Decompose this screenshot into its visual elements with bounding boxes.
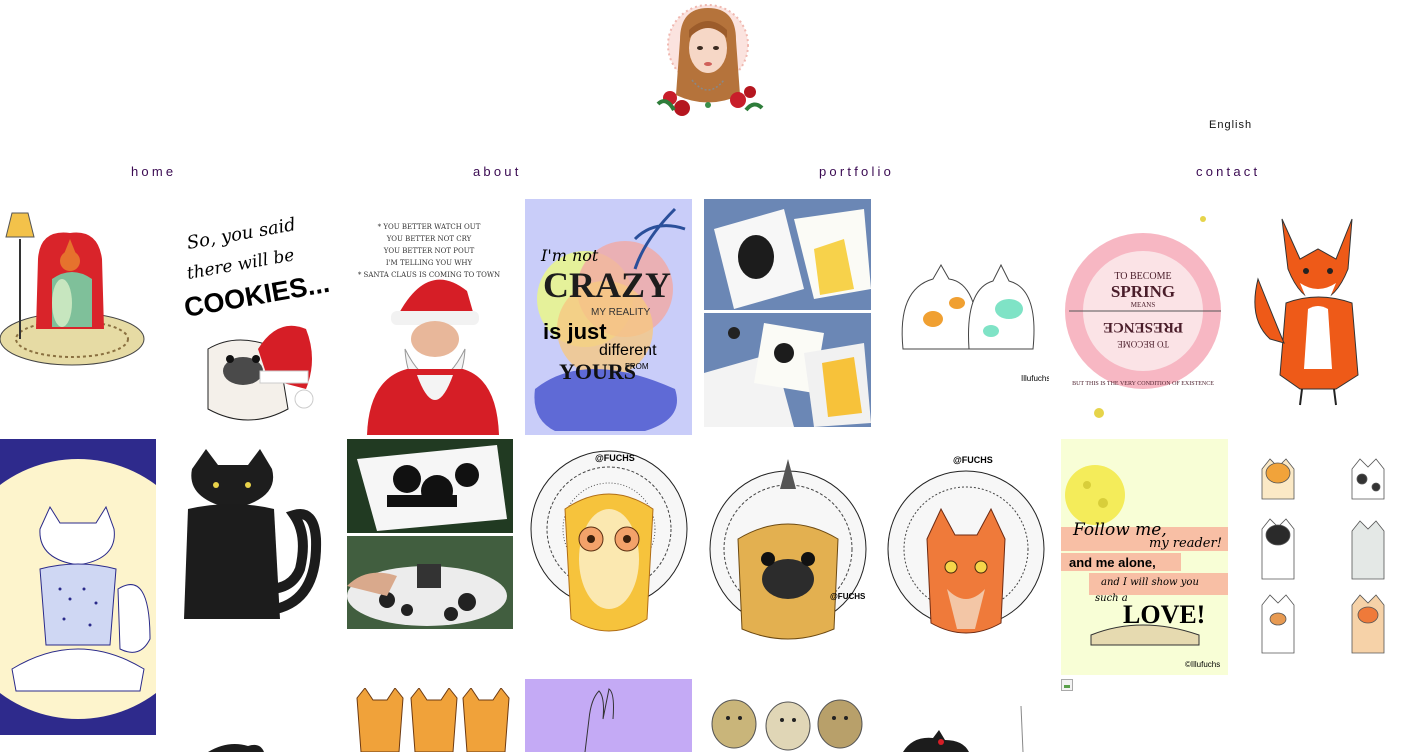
crazy-line-4: is just [543,319,607,344]
spring-line-4: TO BECOME [1117,339,1169,349]
love-line-3: and me alone, [1069,555,1156,570]
nav-home[interactable]: home [131,164,176,179]
artwork-three-foxes[interactable] [347,688,513,752]
artwork-cat-with-bird[interactable] [883,706,1049,752]
photo-paper-cut-1[interactable] [347,439,513,533]
nav-contact[interactable]: contact [1196,164,1260,179]
pug-tag: @FUCHS [830,592,866,601]
crazy-line-5: different [599,342,657,359]
crazy-line-7: YOURS [559,359,636,384]
santa-line-5: * SANTA CLAUS IS COMING TO TOWN [358,271,500,279]
artwork-three-hamsters[interactable] [704,688,871,752]
site-logo[interactable] [650,0,766,126]
photo-cat-cards-1[interactable] [704,199,871,310]
crazy-line-1: I'm not [540,246,599,265]
love-line-6: LOVE! [1123,600,1205,629]
artwork-mandala-owl[interactable]: @FUCHS [525,439,692,649]
spring-line-2: SPRING [1111,282,1175,301]
spring-line-1: TO BECOME [1114,271,1171,282]
artwork-fox-armchair[interactable] [0,199,156,371]
cats-signature: Illufuchs [1021,374,1049,383]
crazy-line-3: MY REALITY [591,307,651,318]
santa-line-1: * YOU BETTER WATCH OUT [378,223,481,231]
spring-line-5: PRESENCE [1103,319,1183,335]
love-signature: ©Illufuchs [1185,660,1220,669]
santa-line-2: YOU BETTER NOT CRY [386,235,472,243]
artwork-orange-fox[interactable] [1240,199,1406,409]
santa-line-3: YOU BETTER NOT POUT [383,247,475,255]
photo-cat-cards-2[interactable] [704,313,871,427]
fox-tag: @FUCHS [953,455,993,465]
artwork-mandala-fox[interactable]: @FUCHS [883,439,1049,649]
nav-portfolio[interactable]: portfolio [819,164,894,179]
nav-about[interactable]: about [473,164,522,179]
artwork-mandala-pug[interactable]: @FUCHS [704,439,871,649]
photo-paper-cut-2[interactable] [347,536,513,629]
artwork-meditating-fox[interactable] [0,439,156,735]
spring-line-6: BUT THIS IS THE VERY CONDITION OF EXISTE… [1072,381,1214,387]
crazy-line-2: CRAZY [543,265,671,305]
artwork-lilac-hands[interactable] [525,679,692,752]
broken-image-icon [1061,679,1073,691]
language-selector[interactable]: English [1209,119,1252,131]
santa-line-4: I'M TELLING YOU WHY [386,259,473,267]
artwork-two-cats[interactable]: Illufuchs [883,199,1049,389]
artwork-six-cats[interactable] [1240,439,1406,663]
artwork-crazy-cheshire[interactable]: I'm not CRAZY MY REALITY is just differe… [525,199,692,435]
artwork-cat-sketch[interactable] [168,736,338,752]
owl-tag: @FUCHS [595,453,635,463]
artwork-pug-cookies[interactable]: So, you said there will be COOKIES... [168,199,338,435]
artwork-spring-presence[interactable]: TO BECOME SPRING MEANS TO BECOME PRESENC… [1061,199,1228,429]
love-line-4: and I will show you [1101,577,1199,588]
love-line-2: my reader! [1149,536,1222,551]
spring-line-3: MEANS [1131,301,1156,309]
artwork-santa-claus[interactable]: * YOU BETTER WATCH OUT YOU BETTER NOT CR… [347,199,513,435]
artwork-black-cat[interactable] [168,439,338,639]
artwork-follow-me-love[interactable]: Follow me, my reader! and me alone, and … [1061,439,1228,675]
